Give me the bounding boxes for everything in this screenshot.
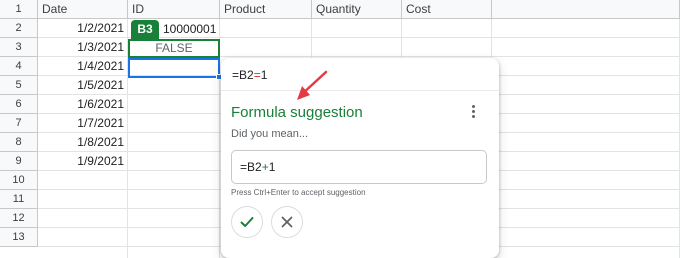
cell-b3-value: FALSE	[155, 41, 193, 55]
row-header-2[interactable]: 2	[0, 19, 38, 38]
cell-a8[interactable]: 1/8/2021	[38, 133, 128, 152]
grid-cell[interactable]	[492, 228, 680, 247]
row-header-12[interactable]: 12	[0, 209, 38, 228]
formula-prefix: =B2	[232, 68, 254, 82]
suggested-formula: =B2+1	[231, 150, 487, 184]
column-header-blank[interactable]	[492, 0, 680, 19]
row-header-11[interactable]: 11	[0, 190, 38, 209]
grid-cell[interactable]	[492, 38, 680, 57]
suggested-formula-prefix: =B2	[240, 160, 262, 174]
row-header-1[interactable]: 1	[0, 0, 38, 19]
row-header-7[interactable]: 7	[0, 114, 38, 133]
cell-a4[interactable]: 1/4/2021	[38, 57, 128, 76]
suggested-formula-suffix: 1	[268, 160, 276, 174]
suggested-operator: +	[261, 160, 269, 174]
grid-cell[interactable]	[312, 38, 402, 57]
row-header-6[interactable]: 6	[0, 95, 38, 114]
column-header-cost[interactable]: Cost	[402, 0, 492, 19]
suggestion-subtitle: Did you mean...	[231, 128, 309, 140]
grid-cell[interactable]	[128, 228, 220, 247]
row-header-3[interactable]: 3	[0, 38, 38, 57]
grid-cell[interactable]	[402, 19, 492, 38]
suggestion-title: Formula suggestion	[231, 104, 363, 121]
formula-suggestion-popup: =B2=1 Formula suggestion Did you mean...…	[221, 58, 499, 258]
row-header-4[interactable]: 4	[0, 57, 38, 76]
grid-cell[interactable]	[38, 209, 128, 228]
cell-a3[interactable]: 1/3/2021	[38, 38, 128, 57]
grid-cell[interactable]	[128, 171, 220, 190]
row-header-13[interactable]: 13	[0, 228, 38, 247]
grid-cell[interactable]	[38, 190, 128, 209]
row-header-9[interactable]: 9	[0, 152, 38, 171]
grid-cell[interactable]	[128, 190, 220, 209]
cell-a5[interactable]: 1/5/2021	[38, 76, 128, 95]
grid-cell[interactable]	[128, 114, 220, 133]
column-header-date[interactable]: Date	[38, 0, 128, 19]
grid-cell[interactable]	[128, 95, 220, 114]
grid-cell[interactable]	[128, 209, 220, 228]
dismiss-suggestion-button[interactable]	[271, 206, 303, 238]
grid-cell[interactable]	[492, 190, 680, 209]
column-header-quantity[interactable]: Quantity	[312, 0, 402, 19]
cell-a7[interactable]: 1/7/2021	[38, 114, 128, 133]
grid-cell[interactable]	[492, 57, 680, 76]
grid-cell[interactable]	[492, 171, 680, 190]
formula-suffix: 1	[260, 68, 268, 82]
grid-cell[interactable]	[38, 171, 128, 190]
grid-cell[interactable]	[492, 209, 680, 228]
grid-cell[interactable]	[220, 38, 312, 57]
column-header-id[interactable]: ID	[128, 0, 220, 19]
grid-cell[interactable]	[128, 76, 220, 95]
grid-cell[interactable]	[128, 133, 220, 152]
grid-cell[interactable]	[492, 133, 680, 152]
grid-cell[interactable]	[492, 76, 680, 95]
cell-formula-editor[interactable]: =B2=1	[232, 68, 267, 82]
cell-a9[interactable]: 1/9/2021	[38, 152, 128, 171]
grid-cell[interactable]	[492, 152, 680, 171]
grid-cell[interactable]	[128, 152, 220, 171]
active-cell-b4[interactable]	[128, 58, 220, 78]
close-icon	[281, 216, 293, 228]
grid-cell[interactable]	[492, 247, 680, 258]
cell-a2[interactable]: 1/2/2021	[38, 19, 128, 38]
grid-cell[interactable]	[402, 38, 492, 57]
formula-error-operator: =	[253, 68, 261, 82]
cell-a6[interactable]: 1/6/2021	[38, 95, 128, 114]
more-vert-icon[interactable]	[469, 103, 479, 121]
grid-cell[interactable]	[38, 228, 128, 247]
grid-cell[interactable]	[128, 247, 220, 258]
check-icon	[240, 217, 254, 227]
grid-cell[interactable]	[220, 19, 312, 38]
row-header-8[interactable]: 8	[0, 133, 38, 152]
keyboard-hint: Press Ctrl+Enter to accept suggestion	[231, 188, 366, 197]
popup-divider	[221, 90, 499, 91]
grid-cell[interactable]	[312, 19, 402, 38]
row-header-5[interactable]: 5	[0, 76, 38, 95]
cell-b2-value[interactable]: 10000001	[163, 20, 216, 39]
cell-reference-tag: B3	[131, 20, 159, 39]
row-header-10[interactable]: 10	[0, 171, 38, 190]
grid-cell[interactable]	[492, 19, 680, 38]
grid-cell[interactable]	[492, 114, 680, 133]
grid-cell[interactable]	[38, 247, 128, 258]
accept-suggestion-button[interactable]	[231, 206, 263, 238]
grid-cell[interactable]	[492, 95, 680, 114]
column-header-product[interactable]: Product	[220, 0, 312, 19]
